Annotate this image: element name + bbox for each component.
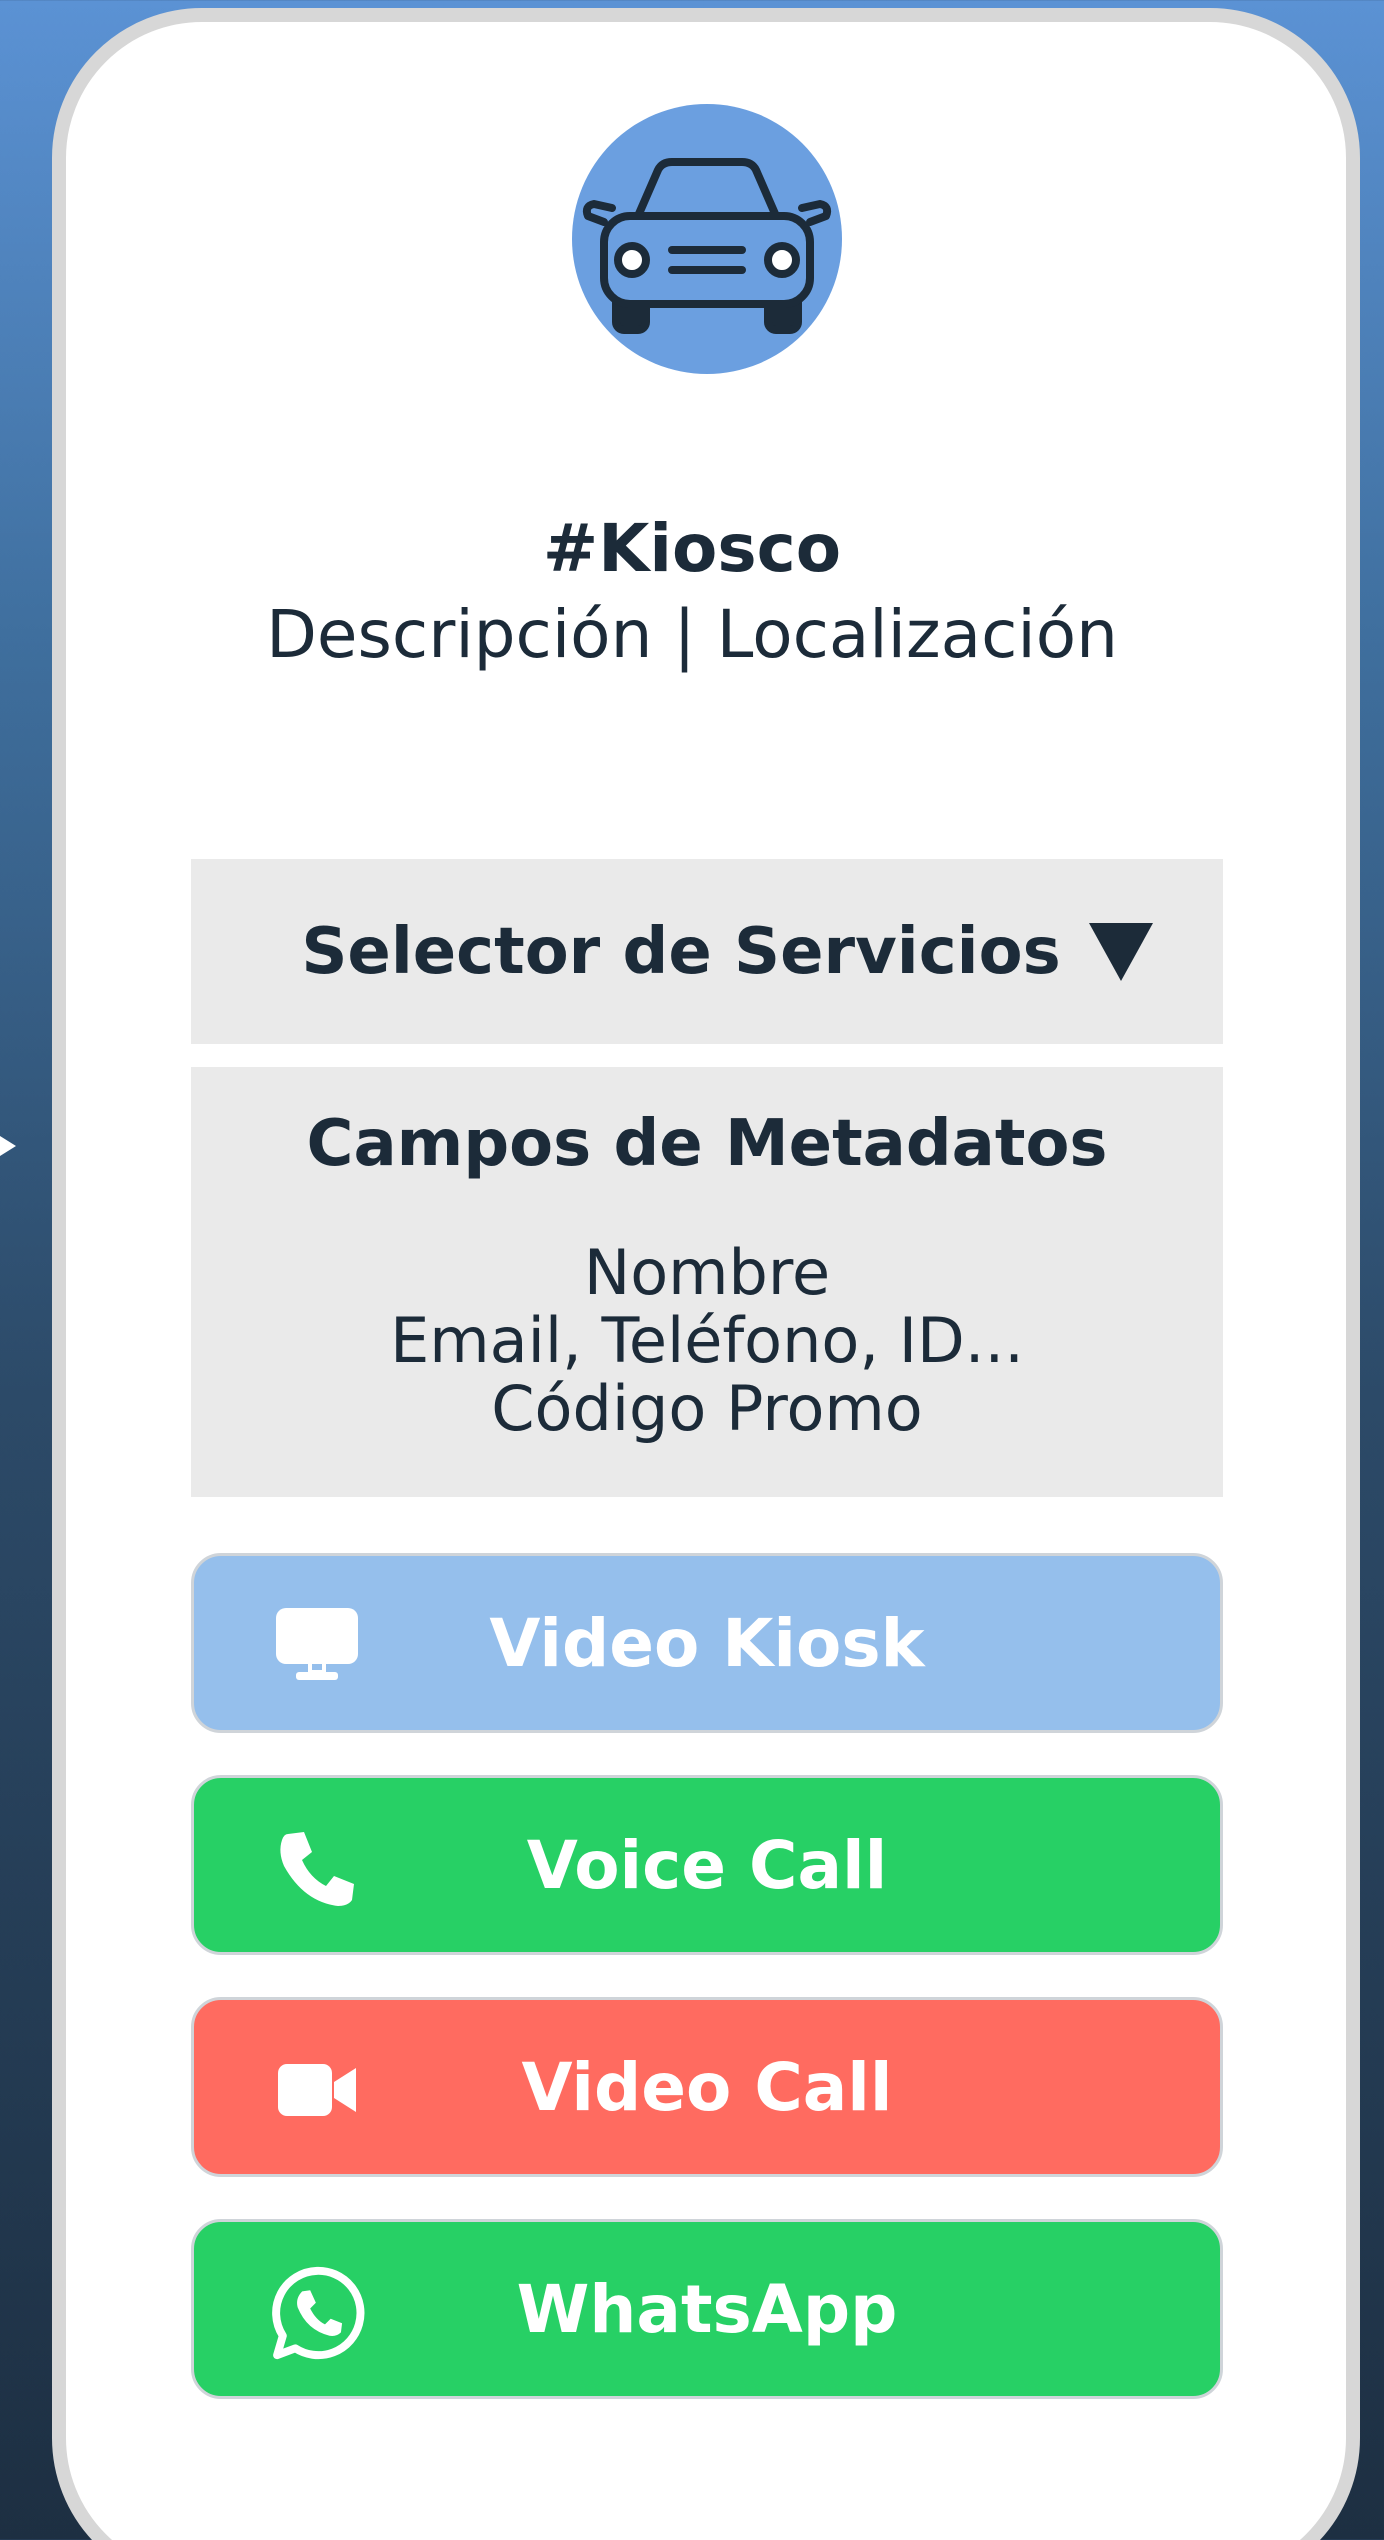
metadata-field-name[interactable]: Nombre xyxy=(191,1239,1223,1307)
whatsapp-button[interactable]: WhatsApp xyxy=(191,2219,1223,2399)
side-arrow-icon xyxy=(0,1136,16,1156)
video-call-button[interactable]: Video Call xyxy=(191,1997,1223,2177)
kiosk-avatar xyxy=(572,104,842,374)
voice-call-label: Voice Call xyxy=(526,1826,888,1904)
caret-down-icon xyxy=(1088,922,1153,981)
car-icon xyxy=(582,158,832,334)
metadata-field-promo[interactable]: Código Promo xyxy=(191,1375,1223,1443)
voice-call-button[interactable]: Voice Call xyxy=(191,1775,1223,1955)
metadata-title: Campos de Metadatos xyxy=(306,1107,1108,1181)
video-kiosk-button[interactable]: Video Kiosk xyxy=(191,1553,1223,1733)
service-selector-dropdown[interactable]: Selector de Servicios xyxy=(191,859,1223,1044)
video-kiosk-label: Video Kiosk xyxy=(489,1604,925,1682)
metadata-panel: Campos de Metadatos Nombre Email, Teléfo… xyxy=(191,1067,1223,1497)
metadata-field-contact[interactable]: Email, Teléfono, ID... xyxy=(191,1307,1223,1375)
video-call-label: Video Call xyxy=(521,2048,893,2126)
whatsapp-label: WhatsApp xyxy=(516,2270,898,2348)
metadata-fields: Nombre Email, Teléfono, ID... Código Pro… xyxy=(191,1239,1223,1443)
service-selector-label: Selector de Servicios xyxy=(301,914,1061,989)
kiosk-title: #Kiosco xyxy=(542,510,842,587)
kiosk-subtitle: Descripción | Localización xyxy=(266,596,1118,673)
